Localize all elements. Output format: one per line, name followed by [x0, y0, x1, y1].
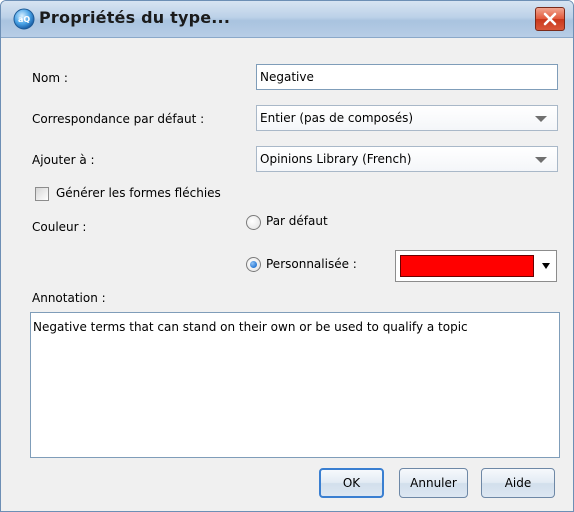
close-button[interactable]	[535, 7, 565, 31]
close-icon	[543, 12, 557, 26]
name-field[interactable]: Negative	[256, 64, 558, 90]
color-custom-radio[interactable]	[246, 257, 261, 272]
color-swatch	[400, 255, 534, 277]
app-icon: aQ	[13, 8, 35, 30]
type-properties-dialog: aQ Propriétés du type... Nom : Negative …	[0, 0, 574, 512]
title-bar[interactable]: aQ Propriétés du type...	[1, 1, 573, 38]
add-to-dropdown-value: Opinions Library (French)	[260, 152, 412, 166]
match-label: Correspondance par défaut :	[32, 112, 205, 126]
add-to-label: Ajouter à :	[32, 153, 95, 167]
chevron-down-icon	[535, 157, 547, 163]
color-custom-label[interactable]: Personnalisée :	[266, 257, 357, 271]
inflected-forms-label[interactable]: Générer les formes fléchies	[56, 186, 221, 200]
annotation-label: Annotation :	[32, 291, 106, 305]
svg-text:aQ: aQ	[18, 15, 30, 24]
custom-color-picker[interactable]	[395, 250, 557, 282]
inflected-forms-checkbox[interactable]	[35, 187, 49, 201]
name-label: Nom :	[32, 71, 68, 85]
cancel-button[interactable]: Annuler	[399, 468, 468, 498]
add-to-dropdown[interactable]: Opinions Library (French)	[256, 146, 558, 172]
chevron-down-icon	[535, 116, 547, 122]
radio-selected-dot	[250, 261, 257, 268]
color-label: Couleur :	[32, 220, 87, 234]
color-default-label[interactable]: Par défaut	[266, 214, 328, 228]
color-default-radio[interactable]	[246, 215, 261, 230]
help-button[interactable]: Aide	[481, 468, 555, 498]
annotation-textarea[interactable]: Negative terms that can stand on their o…	[30, 312, 560, 458]
match-dropdown-value: Entier (pas de composés)	[260, 111, 414, 125]
dialog-title: Propriétés du type...	[39, 8, 231, 27]
ok-button[interactable]: OK	[319, 468, 384, 498]
dropdown-arrow-icon	[542, 263, 550, 269]
match-dropdown[interactable]: Entier (pas de composés)	[256, 105, 558, 131]
